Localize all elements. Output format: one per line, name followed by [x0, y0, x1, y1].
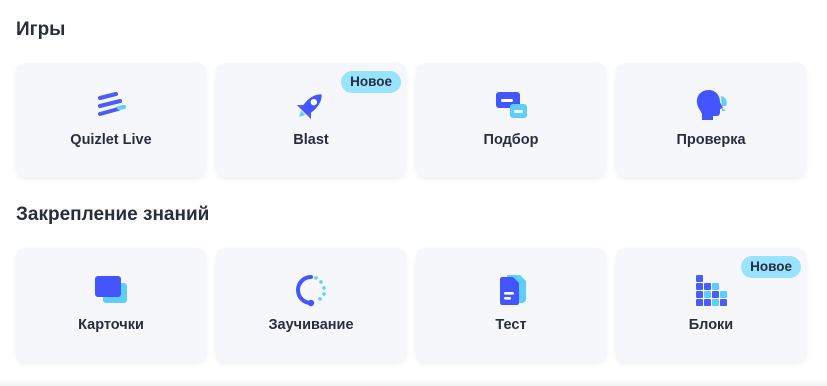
card-blocks[interactable]: Новое Блоки	[616, 248, 806, 362]
card-label: Blast	[293, 132, 329, 148]
bottom-shadow	[0, 378, 827, 386]
new-badge: Новое	[341, 71, 401, 93]
learn-cycle-icon	[291, 270, 331, 310]
card-label: Проверка	[676, 132, 746, 148]
card-quizlet-live[interactable]: Quizlet Live	[16, 63, 206, 177]
checkpoint-head-icon	[691, 85, 731, 125]
rocket-icon	[291, 85, 331, 125]
match-icon	[491, 85, 531, 125]
card-checkpoint[interactable]: Проверка	[616, 63, 806, 177]
card-blast[interactable]: Новое Blast	[216, 63, 406, 177]
card-match[interactable]: Подбор	[416, 63, 606, 177]
card-label: Тест	[495, 317, 527, 333]
card-label: Блоки	[688, 317, 734, 333]
new-badge: Новое	[741, 256, 801, 278]
card-label: Заучивание	[268, 317, 354, 333]
study-grid: Карточки Заучивание Тест Новое Блоки	[16, 248, 806, 362]
test-document-icon	[491, 270, 531, 310]
section-title-study: Закрепление знаний	[16, 204, 210, 225]
card-label: Quizlet Live	[70, 132, 152, 148]
card-label: Подбор	[483, 132, 539, 148]
blocks-icon	[691, 270, 731, 310]
card-label: Карточки	[78, 317, 144, 333]
flashcards-icon	[91, 270, 131, 310]
card-learn[interactable]: Заучивание	[216, 248, 406, 362]
card-flashcards[interactable]: Карточки	[16, 248, 206, 362]
quizlet-live-icon	[91, 85, 131, 125]
card-test[interactable]: Тест	[416, 248, 606, 362]
games-grid: Quizlet Live Новое Blast Подбор Проверка	[16, 63, 806, 177]
section-title-games: Игры	[16, 19, 66, 40]
